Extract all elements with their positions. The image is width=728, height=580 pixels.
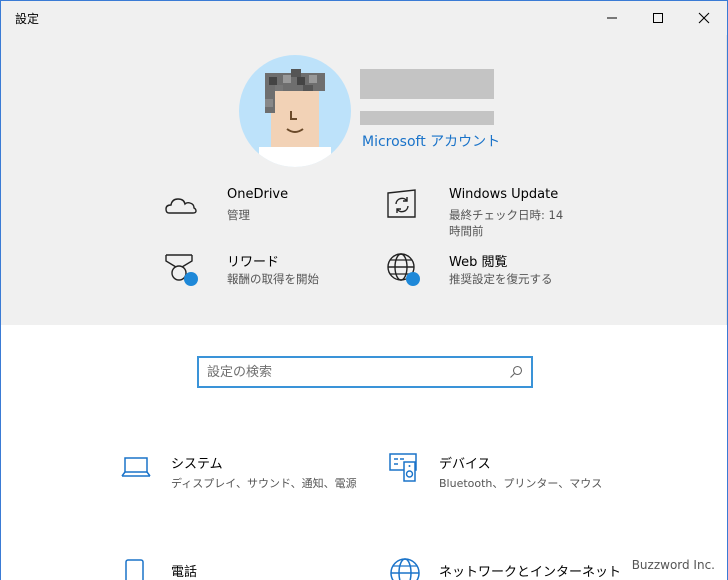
minimize-icon xyxy=(607,17,617,19)
laptop-icon xyxy=(121,457,151,477)
maximize-icon xyxy=(653,13,663,23)
search-icon[interactable] xyxy=(509,365,523,379)
devices-icon xyxy=(389,453,417,482)
microsoft-account-link[interactable]: Microsoft アカウント xyxy=(362,131,500,151)
search-input[interactable] xyxy=(207,362,497,382)
quick-link-subtitle: 報酬の取得を開始 xyxy=(227,272,319,286)
cloud-icon xyxy=(165,198,197,214)
quick-link-subtitle: 最終チェック日時: 14 時間前 xyxy=(449,208,564,238)
quick-link-title: リワード xyxy=(227,255,280,270)
category-subtitle: Bluetooth、プリンター、マウス xyxy=(439,477,603,490)
category-title: 電話 xyxy=(171,565,198,580)
minimize-button[interactable] xyxy=(589,1,635,35)
medal-icon xyxy=(165,254,198,286)
category-title: システム xyxy=(171,457,223,472)
window-title: 設定 xyxy=(15,12,40,26)
phone-icon xyxy=(125,559,144,580)
category-title: ネットワークとインターネット xyxy=(439,565,622,580)
quick-link-web-browsing[interactable]: Web 閲覧 推奨設定を復元する xyxy=(385,251,575,301)
settings-window: 設定 Microsoft アカウント OneDrive 管理 Windows U… xyxy=(0,0,728,580)
quick-link-rewards[interactable]: リワード 報酬の取得を開始 xyxy=(163,251,343,301)
watermark: Buzzword Inc. xyxy=(631,558,715,572)
account-name-redacted xyxy=(360,69,494,99)
close-icon xyxy=(698,12,710,24)
quick-link-onedrive[interactable]: OneDrive 管理 xyxy=(163,187,343,237)
category-subtitle: ディスプレイ、サウンド、通知、電源 xyxy=(171,477,357,490)
category-phone[interactable]: 電話 xyxy=(121,559,361,580)
account-email-redacted xyxy=(360,111,494,125)
avatar[interactable] xyxy=(239,55,351,167)
account-header: Microsoft アカウント OneDrive 管理 Windows Upda… xyxy=(1,35,727,325)
maximize-button[interactable] xyxy=(635,1,681,35)
globe-icon xyxy=(390,558,420,580)
category-network[interactable]: ネットワークとインターネット xyxy=(389,557,629,580)
quick-link-title: Web 閲覧 xyxy=(449,255,508,270)
quick-link-title: OneDrive xyxy=(227,187,289,202)
quick-link-title: Windows Update xyxy=(449,187,559,202)
globe-icon xyxy=(387,253,420,286)
title-bar[interactable]: 設定 xyxy=(1,1,727,35)
close-button[interactable] xyxy=(681,1,727,35)
category-system[interactable]: システム ディスプレイ、サウンド、通知、電源 xyxy=(121,453,361,497)
category-title: デバイス xyxy=(439,457,491,472)
refresh-icon xyxy=(387,189,416,218)
settings-search-box[interactable] xyxy=(197,356,533,388)
quick-link-subtitle: 推奨設定を復元する xyxy=(449,272,553,286)
category-devices[interactable]: デバイス Bluetooth、プリンター、マウス xyxy=(389,453,629,497)
quick-link-windows-update[interactable]: Windows Update 最終チェック日時: 14 時間前 xyxy=(385,187,575,243)
user-avatar-icon xyxy=(259,69,331,167)
quick-link-subtitle: 管理 xyxy=(227,208,250,222)
